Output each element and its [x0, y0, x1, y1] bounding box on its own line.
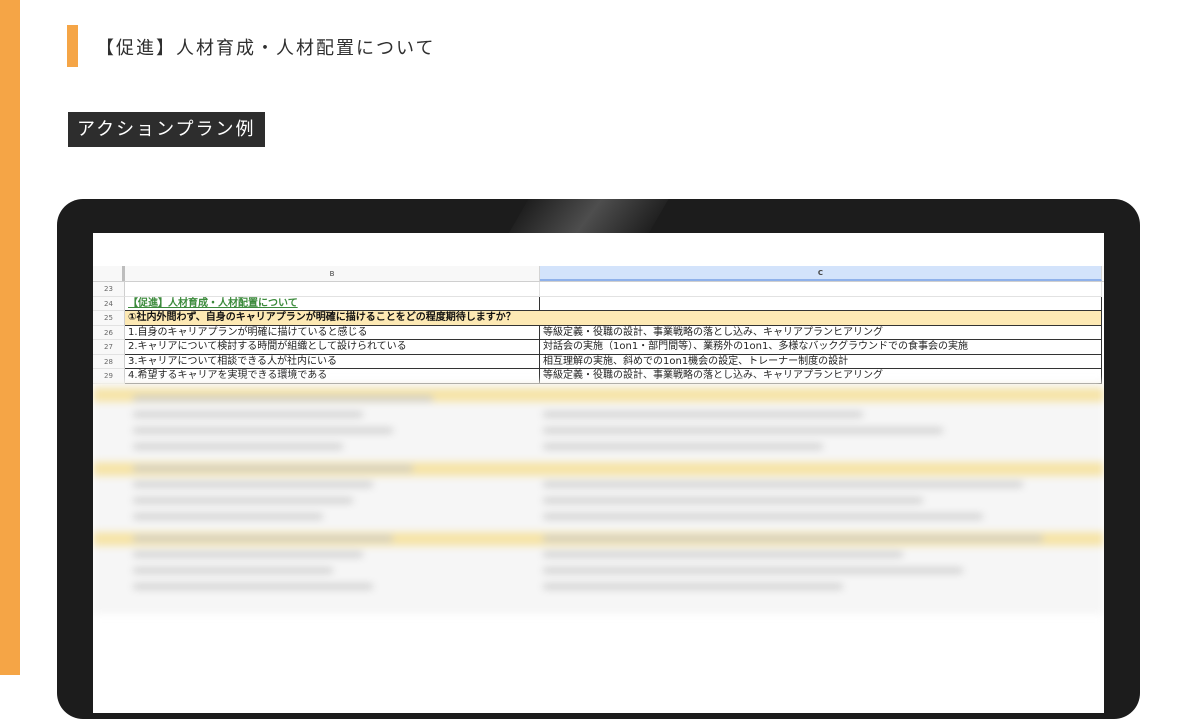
row-number[interactable]: 26	[93, 325, 125, 340]
title-accent-bar	[67, 25, 78, 67]
blurred-text	[133, 514, 323, 519]
blurred-text	[133, 568, 333, 573]
cell-b[interactable]: 【促進】人材育成・人材配置について	[125, 296, 540, 311]
blurred-rows	[93, 382, 1104, 614]
blurred-text	[133, 428, 393, 433]
blurred-text	[543, 536, 1043, 541]
select-all-corner[interactable]	[93, 266, 125, 281]
cell-c[interactable]: 等級定義・役職の設計、事業戦略の落とし込み、キャリアプランヒアリング	[540, 325, 1102, 340]
table-row: 26 1.自身のキャリアプランが明確に描けていると感じる 等級定義・役職の設計、…	[93, 325, 1104, 340]
spreadsheet: B C 23 24 【促進】人材育成・人材配置について 25 ①社内外問わず、自…	[93, 266, 1104, 384]
question-cell[interactable]: ①社内外問わず、自身のキャリアプランが明確に描けることをどの程度期待しますか？	[125, 311, 1102, 326]
table-row: 24 【促進】人材育成・人材配置について	[93, 296, 1104, 311]
blurred-text	[133, 482, 373, 487]
blurred-text	[543, 514, 983, 519]
row-number[interactable]: 27	[93, 340, 125, 355]
cell-c[interactable]: 相互理解の実施、斜めでの1on1機会の設定、トレーナー制度の設計	[540, 354, 1102, 369]
blurred-text	[543, 498, 923, 503]
slide-title: 【促進】人材育成・人材配置について	[96, 38, 436, 59]
blurred-text	[133, 584, 373, 589]
cell-c[interactable]: 対話会の実施（1on1・部門間等）、業務外の1on1、多様なバックグラウンドでの…	[540, 340, 1102, 355]
cell-b[interactable]: 1.自身のキャリアプランが明確に描けていると感じる	[125, 325, 540, 340]
laptop-screen: B C 23 24 【促進】人材育成・人材配置について 25 ①社内外問わず、自…	[93, 233, 1104, 713]
row-number[interactable]: 24	[93, 296, 125, 311]
blurred-text	[543, 568, 963, 573]
laptop-frame: B C 23 24 【促進】人材育成・人材配置について 25 ①社内外問わず、自…	[57, 199, 1140, 719]
accent-sidebar	[0, 0, 20, 675]
column-header-b[interactable]: B	[125, 266, 540, 281]
blurred-text	[543, 482, 1023, 487]
category-title: 【促進】人材育成・人材配置について	[128, 297, 298, 309]
blurred-text	[543, 444, 823, 449]
cell-b[interactable]	[125, 282, 540, 297]
blurred-text	[133, 412, 363, 417]
row-number[interactable]: 28	[93, 354, 125, 369]
cell-b[interactable]: 2.キャリアについて検討する時間が組織として設けられている	[125, 340, 540, 355]
cell-c[interactable]	[540, 282, 1102, 297]
blurred-text	[543, 584, 843, 589]
column-header-c[interactable]: C	[540, 266, 1102, 281]
table-row: 23	[93, 282, 1104, 297]
row-number[interactable]: 23	[93, 282, 125, 297]
table-row: 27 2.キャリアについて検討する時間が組織として設けられている 対話会の実施（…	[93, 340, 1104, 355]
section-label: アクションプラン例	[68, 112, 265, 147]
blurred-text	[133, 396, 433, 401]
cell-c[interactable]	[540, 296, 1102, 311]
blurred-text	[543, 428, 943, 433]
question-row: 25 ①社内外問わず、自身のキャリアプランが明確に描けることをどの程度期待します…	[93, 311, 1104, 326]
table-row: 28 3.キャリアについて相談できる人が社内にいる 相互理解の実施、斜めでの1o…	[93, 354, 1104, 369]
blurred-text	[133, 552, 363, 557]
blurred-text	[133, 536, 393, 541]
blurred-text	[133, 444, 343, 449]
blurred-text	[133, 466, 413, 471]
blurred-text	[543, 552, 903, 557]
column-header-row: B C	[93, 266, 1104, 282]
blurred-text	[543, 412, 863, 417]
row-number[interactable]: 25	[93, 311, 125, 326]
blurred-text	[133, 498, 353, 503]
cell-b[interactable]: 3.キャリアについて相談できる人が社内にいる	[125, 354, 540, 369]
